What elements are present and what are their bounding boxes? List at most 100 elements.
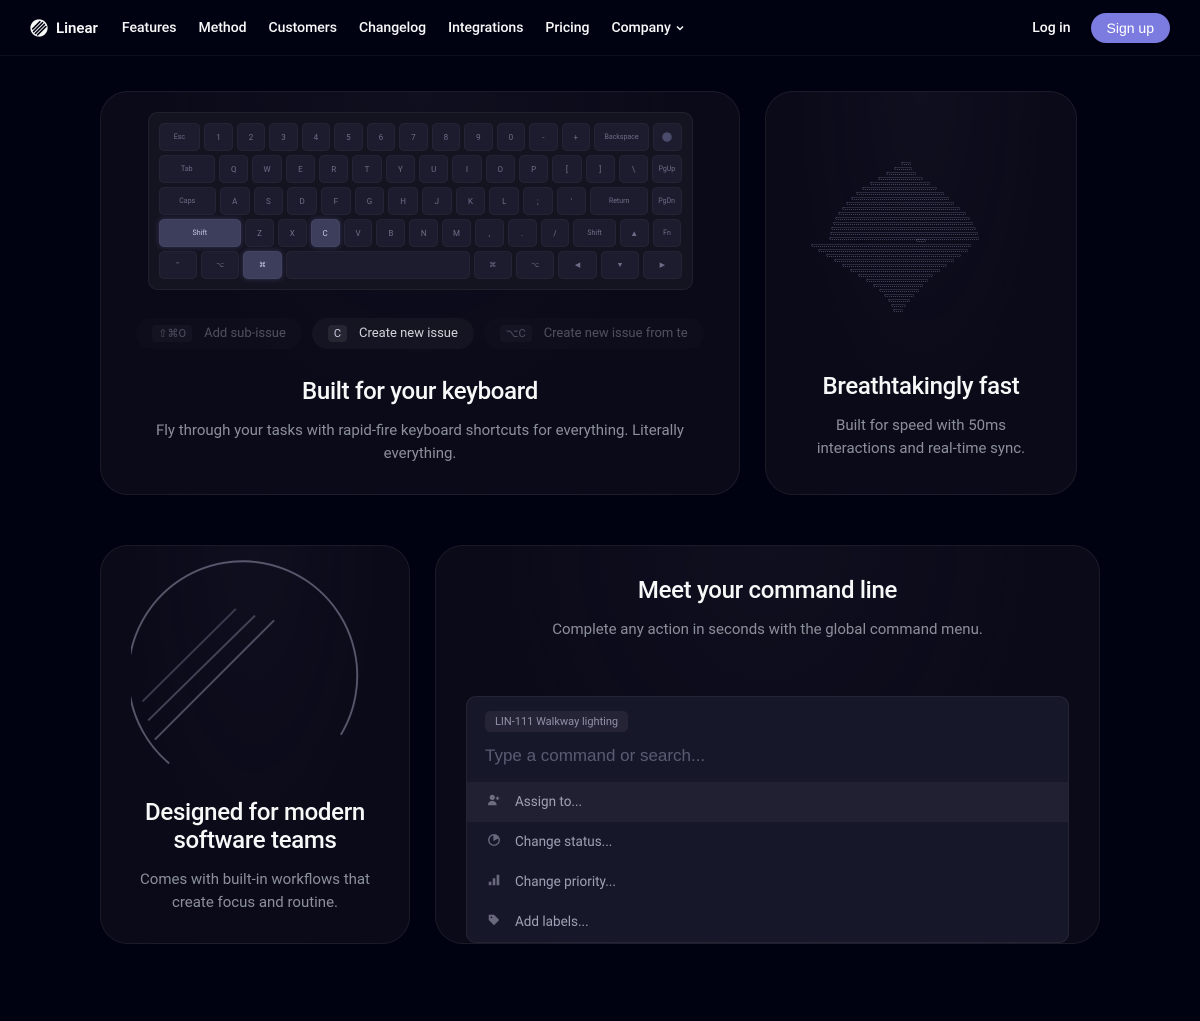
command-menu-item[interactable]: Change status... [467,822,1068,862]
keyboard-key: ⌃ [159,251,197,279]
keyboard-key: W [252,155,281,183]
shortcut-chip: ⌥C Create new issue from te [484,318,704,349]
keyboard-key: Y [386,155,415,183]
keyboard-key: M [442,219,471,247]
card-keyboard-title: Built for your keyboard [131,377,709,405]
shortcut-label: Add sub-issue [204,326,286,341]
card-keyboard-desc: Fly through your tasks with rapid-fire k… [131,419,709,464]
keyboard-key: 9 [464,123,492,151]
main-header: Linear Features Method Customers Changel… [0,0,1200,56]
keyboard-key: T [352,155,381,183]
keyboard-key: Shift [159,219,242,247]
keyboard-key: 3 [269,123,297,151]
login-link[interactable]: Log in [1032,20,1070,36]
keyboard-key: S [254,187,284,215]
keyboard-key: , [475,219,504,247]
keyboard-key: V [344,219,373,247]
keyboard-key: Backspace [594,123,649,151]
keyboard-key: R [319,155,348,183]
main-nav: Features Method Customers Changelog Inte… [122,20,1032,36]
keyboard-key: / [541,219,570,247]
keyboard-key: G [355,187,385,215]
keyboard-key [653,123,681,151]
command-menu-item[interactable]: Assign to... [467,782,1068,822]
shortcut-chips: ⇧⌘O Add sub-issue C Create new issue ⌥C Creat… [131,318,709,349]
shortcut-key: ⌥C [500,325,532,342]
nav-changelog[interactable]: Changelog [359,20,426,36]
keyboard-key: ⌥ [201,251,239,279]
keyboard-key: ⌘ [243,251,281,279]
card-command: Meet your command line Complete any acti… [435,545,1100,944]
card-fast-title: Breathtakingly fast [796,372,1046,400]
lightning-bolt-illustration [796,122,1046,352]
command-item-label: Change status... [515,834,612,850]
shortcut-chip: C Create new issue [312,318,474,349]
linear-logo-icon [30,19,48,37]
shortcut-key: C [328,325,347,342]
keyboard-key: E [286,155,315,183]
command-menu-item[interactable]: Add labels... [467,902,1068,942]
command-menu: LIN-111 Walkway lighting Assign to... Cha… [466,696,1069,943]
keyboard-key: D [287,187,317,215]
card-fast: Breathtakingly fast Built for speed with… [765,91,1077,495]
keyboard-key: PgUp [652,155,681,183]
auth-area: Log in Sign up [1032,13,1170,43]
brand-name: Linear [56,19,98,37]
keyboard-key: ] [586,155,615,183]
keyboard-key: ◀ [558,251,596,279]
nav-customers[interactable]: Customers [269,20,337,36]
card-keyboard: Esc1234567890-+Backspace TabQWERTYUIOP[]… [100,91,740,495]
brand-logo[interactable]: Linear [30,19,98,37]
keyboard-key: 8 [432,123,460,151]
keyboard-key: X [278,219,307,247]
card-command-desc: Complete any action in seconds with the … [466,618,1069,641]
keyboard-key: A [220,187,250,215]
keyboard-key: ⌥ [516,251,554,279]
command-item-label: Change priority... [515,874,616,890]
keyboard-key: Return [590,187,647,215]
nav-method[interactable]: Method [199,20,247,36]
command-item-label: Add labels... [515,914,589,930]
keyboard-key: [ [552,155,581,183]
status-icon [487,833,501,851]
card-teams: Designed for modern software teams Comes… [100,545,410,944]
keyboard-key: 2 [237,123,265,151]
assign-icon [487,793,501,811]
nav-company[interactable]: Company [611,20,684,36]
keyboard-key: U [419,155,448,183]
card-teams-desc: Comes with built-in workflows that creat… [131,868,379,913]
signup-button[interactable]: Sign up [1091,13,1170,43]
keyboard-key: ⌘ [474,251,512,279]
keyboard-key: Tab [159,155,216,183]
keyboard-key: N [409,219,438,247]
nav-integrations[interactable]: Integrations [448,20,523,36]
keyboard-key: - [529,123,557,151]
shortcut-label: Create new issue from te [544,326,688,341]
keyboard-key: Caps [159,187,216,215]
keyboard-key: J [422,187,452,215]
keyboard-key: P [519,155,548,183]
keyboard-key: F [321,187,351,215]
keyboard-key: B [376,219,405,247]
command-menu-item[interactable]: Change priority... [467,862,1068,902]
command-input[interactable] [467,732,1068,782]
keyboard-key: ▶ [643,251,681,279]
shortcut-label: Create new issue [359,326,458,341]
shortcut-chip: ⇧⌘O Add sub-issue [136,318,302,349]
keyboard-key: K [456,187,486,215]
keyboard-key: 5 [334,123,362,151]
nav-pricing[interactable]: Pricing [545,20,589,36]
nav-features[interactable]: Features [122,20,177,36]
keyboard-key: Shift [573,219,615,247]
keyboard-key: ▼ [601,251,639,279]
keyboard-key: Q [219,155,248,183]
keyboard-key: O [486,155,515,183]
keyboard-key: 7 [399,123,427,151]
command-context-tag: LIN-111 Walkway lighting [485,711,628,732]
abstract-circle-illustration [131,558,379,778]
keyboard-key: . [508,219,537,247]
keyboard-key: \ [619,155,648,183]
shortcut-key: ⇧⌘O [152,325,192,342]
card-fast-desc: Built for speed with 50ms interactions a… [796,414,1046,459]
keyboard-key: ▲ [620,219,649,247]
